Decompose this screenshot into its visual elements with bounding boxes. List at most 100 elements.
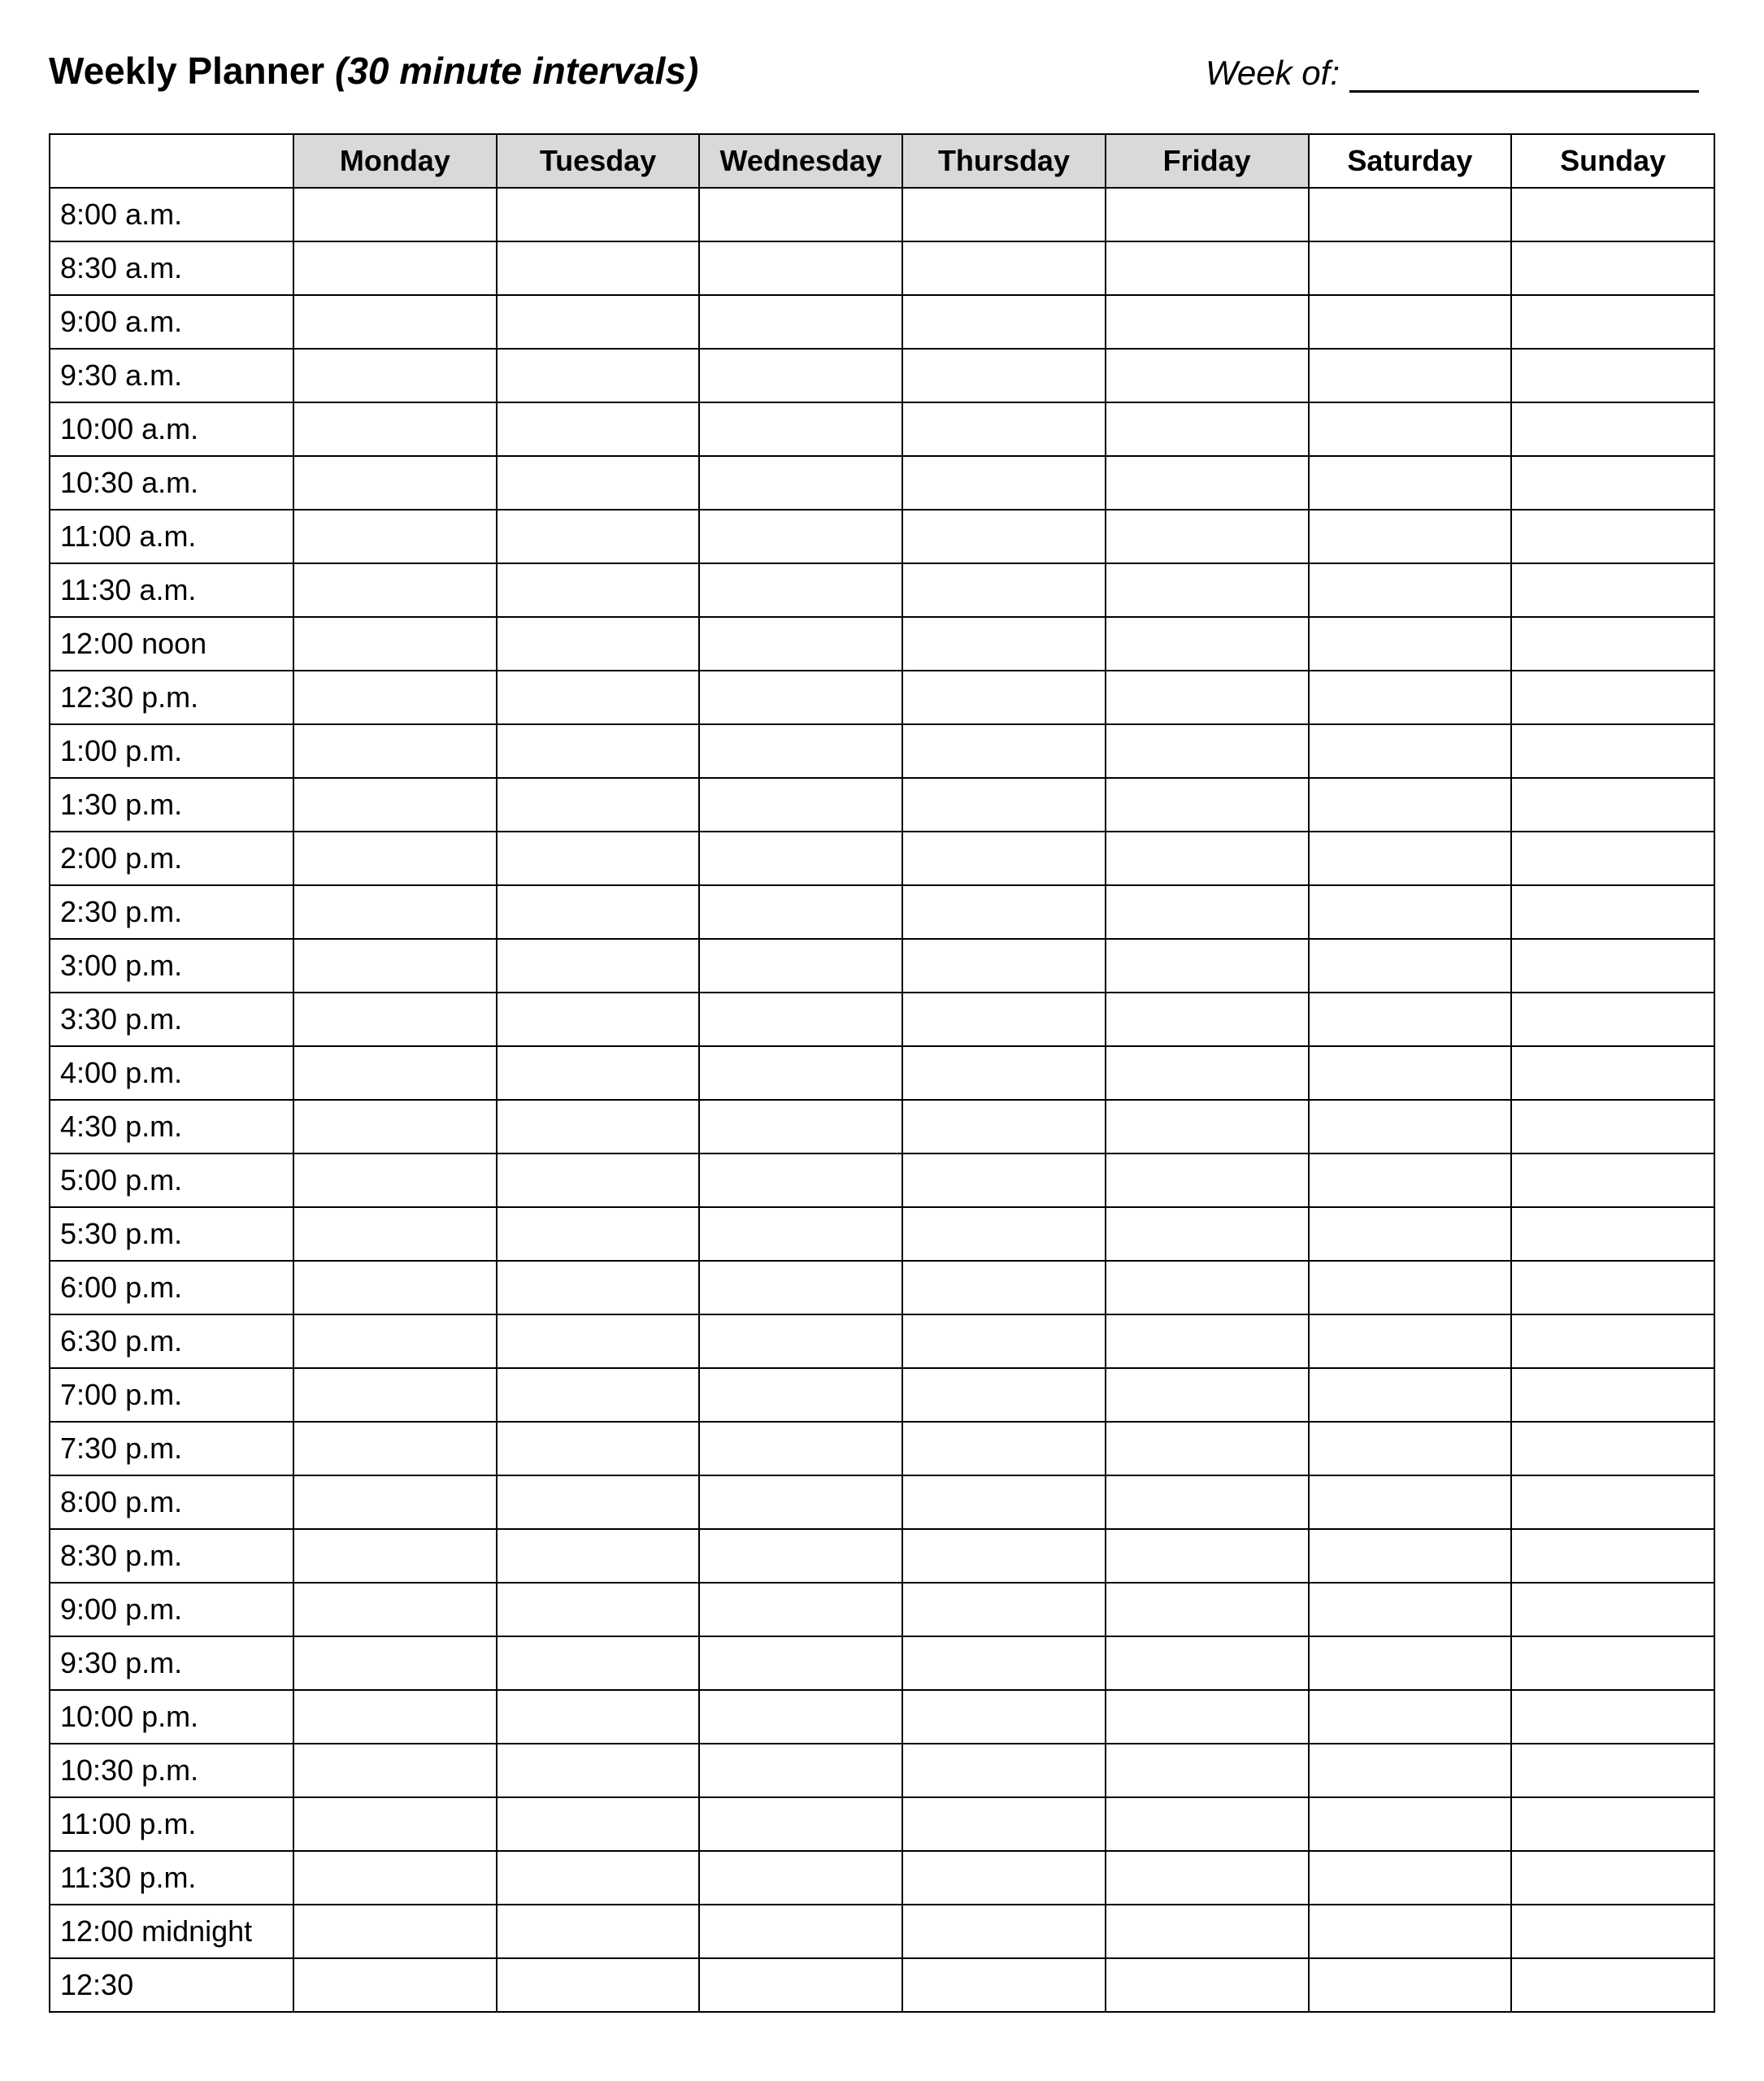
planner-cell[interactable]	[293, 617, 497, 671]
planner-cell[interactable]	[293, 1583, 497, 1636]
planner-cell[interactable]	[1511, 1368, 1714, 1422]
planner-cell[interactable]	[902, 510, 1106, 563]
planner-cell[interactable]	[293, 1422, 497, 1475]
planner-cell[interactable]	[293, 402, 497, 456]
planner-cell[interactable]	[1309, 295, 1512, 349]
planner-cell[interactable]	[293, 1529, 497, 1583]
planner-cell[interactable]	[1511, 1100, 1714, 1153]
planner-cell[interactable]	[497, 1583, 700, 1636]
planner-cell[interactable]	[497, 1636, 700, 1690]
planner-cell[interactable]	[293, 1905, 497, 1958]
planner-cell[interactable]	[902, 778, 1106, 832]
planner-cell[interactable]	[1106, 1851, 1309, 1905]
planner-cell[interactable]	[699, 1422, 902, 1475]
planner-cell[interactable]	[1511, 617, 1714, 671]
planner-cell[interactable]	[497, 1851, 700, 1905]
planner-cell[interactable]	[1309, 1905, 1512, 1958]
planner-cell[interactable]	[902, 1368, 1106, 1422]
planner-cell[interactable]	[902, 402, 1106, 456]
planner-cell[interactable]	[497, 563, 700, 617]
planner-cell[interactable]	[293, 1636, 497, 1690]
planner-cell[interactable]	[293, 832, 497, 885]
planner-cell[interactable]	[1309, 1368, 1512, 1422]
planner-cell[interactable]	[497, 1207, 700, 1261]
planner-cell[interactable]	[497, 993, 700, 1046]
planner-cell[interactable]	[497, 1744, 700, 1797]
planner-cell[interactable]	[1309, 885, 1512, 939]
planner-cell[interactable]	[497, 1314, 700, 1368]
planner-cell[interactable]	[293, 1851, 497, 1905]
planner-cell[interactable]	[902, 832, 1106, 885]
planner-cell[interactable]	[902, 295, 1106, 349]
planner-cell[interactable]	[293, 939, 497, 993]
planner-cell[interactable]	[1106, 1422, 1309, 1475]
planner-cell[interactable]	[902, 1207, 1106, 1261]
planner-cell[interactable]	[1511, 563, 1714, 617]
planner-cell[interactable]	[699, 241, 902, 295]
planner-cell[interactable]	[1106, 1636, 1309, 1690]
planner-cell[interactable]	[1106, 1583, 1309, 1636]
planner-cell[interactable]	[1106, 456, 1309, 510]
planner-cell[interactable]	[497, 778, 700, 832]
planner-cell[interactable]	[699, 1368, 902, 1422]
planner-cell[interactable]	[1511, 993, 1714, 1046]
planner-cell[interactable]	[1309, 1636, 1512, 1690]
planner-cell[interactable]	[1309, 1207, 1512, 1261]
planner-cell[interactable]	[1309, 1261, 1512, 1314]
planner-cell[interactable]	[699, 1153, 902, 1207]
planner-cell[interactable]	[1106, 993, 1309, 1046]
planner-cell[interactable]	[1511, 778, 1714, 832]
planner-cell[interactable]	[902, 617, 1106, 671]
planner-cell[interactable]	[1106, 1314, 1309, 1368]
planner-cell[interactable]	[1309, 617, 1512, 671]
planner-cell[interactable]	[497, 456, 700, 510]
planner-cell[interactable]	[1106, 241, 1309, 295]
planner-cell[interactable]	[699, 510, 902, 563]
planner-cell[interactable]	[1511, 832, 1714, 885]
planner-cell[interactable]	[1106, 832, 1309, 885]
planner-cell[interactable]	[902, 1905, 1106, 1958]
planner-cell[interactable]	[293, 1690, 497, 1744]
planner-cell[interactable]	[497, 1690, 700, 1744]
planner-cell[interactable]	[293, 778, 497, 832]
planner-cell[interactable]	[1511, 1905, 1714, 1958]
planner-cell[interactable]	[1106, 1797, 1309, 1851]
planner-cell[interactable]	[1106, 1153, 1309, 1207]
planner-cell[interactable]	[1106, 1905, 1309, 1958]
planner-cell[interactable]	[1309, 1797, 1512, 1851]
planner-cell[interactable]	[1511, 1690, 1714, 1744]
planner-cell[interactable]	[699, 671, 902, 724]
planner-cell[interactable]	[497, 671, 700, 724]
planner-cell[interactable]	[293, 563, 497, 617]
planner-cell[interactable]	[699, 402, 902, 456]
planner-cell[interactable]	[1511, 510, 1714, 563]
planner-cell[interactable]	[497, 349, 700, 402]
planner-cell[interactable]	[293, 1314, 497, 1368]
planner-cell[interactable]	[293, 993, 497, 1046]
planner-cell[interactable]	[902, 1529, 1106, 1583]
planner-cell[interactable]	[902, 1153, 1106, 1207]
planner-cell[interactable]	[1511, 1422, 1714, 1475]
planner-cell[interactable]	[1106, 939, 1309, 993]
planner-cell[interactable]	[497, 939, 700, 993]
planner-cell[interactable]	[1511, 1851, 1714, 1905]
planner-cell[interactable]	[1309, 1046, 1512, 1100]
planner-cell[interactable]	[1309, 1100, 1512, 1153]
planner-cell[interactable]	[1309, 993, 1512, 1046]
planner-cell[interactable]	[497, 510, 700, 563]
planner-cell[interactable]	[1309, 402, 1512, 456]
planner-cell[interactable]	[699, 1475, 902, 1529]
planner-cell[interactable]	[293, 456, 497, 510]
planner-cell[interactable]	[1511, 241, 1714, 295]
planner-cell[interactable]	[902, 1100, 1106, 1153]
planner-cell[interactable]	[699, 832, 902, 885]
planner-cell[interactable]	[1511, 1153, 1714, 1207]
planner-cell[interactable]	[1106, 1368, 1309, 1422]
planner-cell[interactable]	[293, 1744, 497, 1797]
planner-cell[interactable]	[1106, 402, 1309, 456]
planner-cell[interactable]	[1309, 1314, 1512, 1368]
planner-cell[interactable]	[1511, 402, 1714, 456]
planner-cell[interactable]	[1309, 671, 1512, 724]
planner-cell[interactable]	[699, 724, 902, 778]
planner-cell[interactable]	[699, 1100, 902, 1153]
